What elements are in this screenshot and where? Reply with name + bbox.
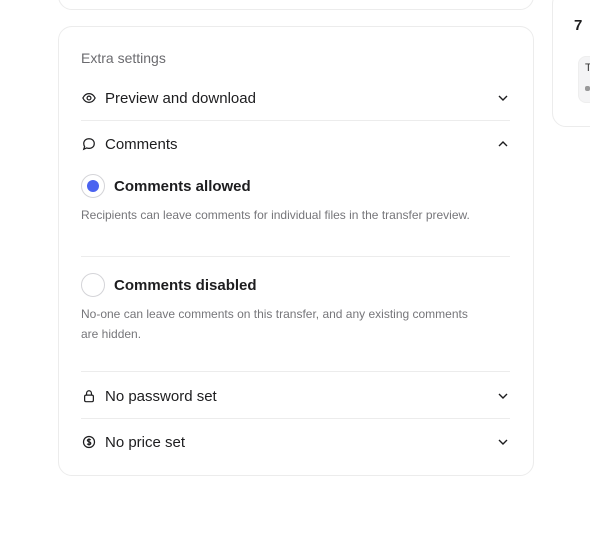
comments-allowed-description: Recipients can leave comments for indivi…	[81, 208, 470, 222]
price-row[interactable]: No price set	[81, 429, 510, 455]
comments-disabled-label: Comments disabled	[114, 276, 257, 294]
divider	[81, 371, 510, 372]
side-panel-number: 7	[574, 17, 583, 34]
comments-allowed-option[interactable]: Comments allowed	[81, 174, 251, 198]
comments-row[interactable]: Comments	[81, 131, 510, 157]
comments-disabled-radio[interactable]	[81, 273, 105, 297]
chevron-up-icon[interactable]	[496, 137, 510, 151]
speech-bubble-icon	[81, 136, 97, 152]
divider	[81, 120, 510, 121]
chevron-down-icon[interactable]	[496, 91, 510, 105]
side-panel-chip-dot	[585, 86, 590, 91]
divider	[81, 256, 510, 257]
comments-disabled-option[interactable]: Comments disabled	[81, 273, 257, 297]
comments-allowed-radio[interactable]	[81, 174, 105, 198]
price-label: No price set	[105, 433, 186, 451]
chevron-down-icon[interactable]	[496, 435, 510, 449]
eye-icon	[81, 90, 97, 106]
divider	[81, 418, 510, 419]
side-panel-chip-letter: T	[585, 62, 590, 74]
comments-allowed-label: Comments allowed	[114, 177, 251, 195]
preview-download-label: Preview and download	[105, 89, 256, 107]
previous-card	[58, 0, 534, 10]
radio-selected-dot	[87, 180, 99, 192]
dollar-coin-icon	[81, 434, 97, 450]
comments-disabled-description: No-one can leave comments on this transf…	[81, 307, 468, 341]
password-row[interactable]: No password set	[81, 383, 510, 409]
lock-icon	[81, 388, 97, 404]
section-title: Extra settings	[81, 50, 166, 66]
preview-download-row[interactable]: Preview and download	[81, 85, 510, 111]
password-label: No password set	[105, 387, 217, 405]
comments-label: Comments	[105, 135, 178, 153]
chevron-down-icon[interactable]	[496, 389, 510, 403]
